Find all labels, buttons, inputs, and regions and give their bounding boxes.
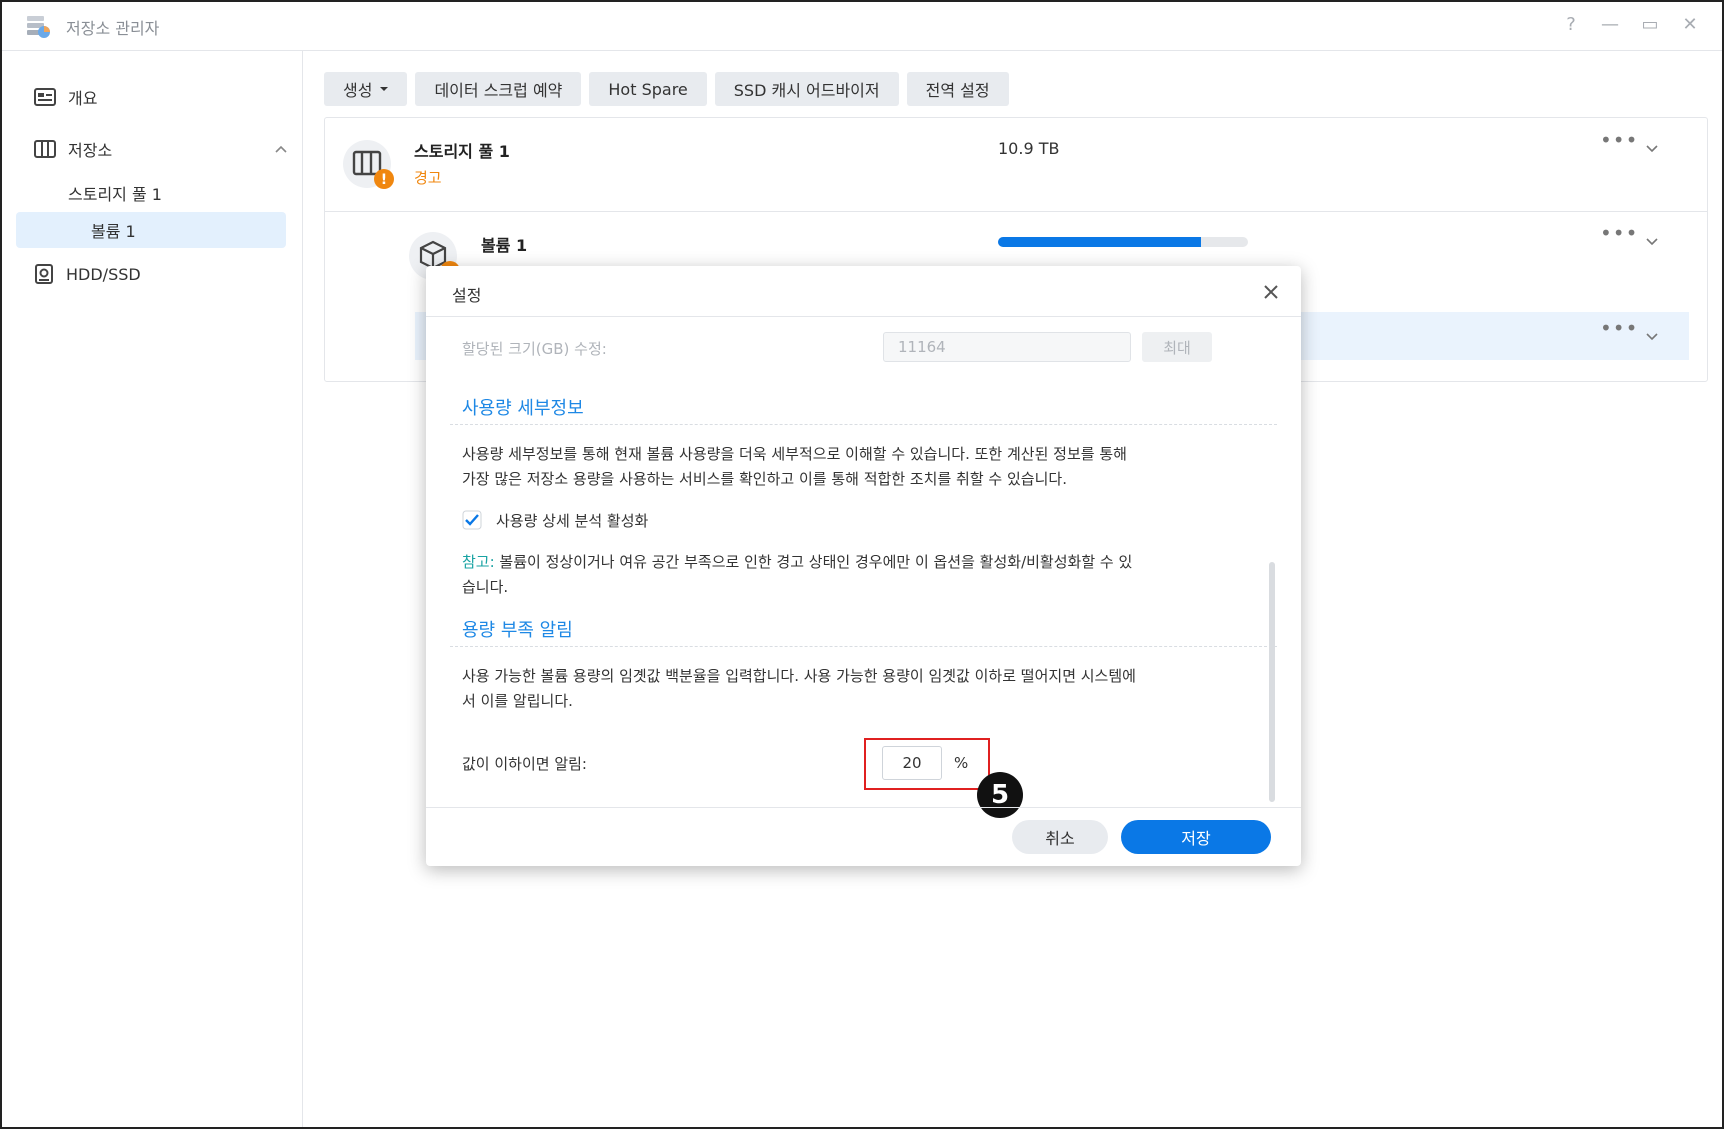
step-number-badge: 5 [977, 772, 1023, 818]
sidebar-item-overview[interactable]: 개요 [16, 79, 286, 115]
usage-analysis-checkbox-label: 사용량 상세 분석 활성화 [496, 512, 649, 530]
maximize-icon[interactable]: ▭ [1639, 14, 1661, 35]
sidebar-item-label: 볼륨 1 [91, 222, 136, 241]
description-line: 서 이를 알립니다. [462, 692, 573, 710]
note-prefix: 참고: [462, 553, 495, 571]
low-capacity-section-title: 용량 부족 알림 [462, 620, 573, 641]
sidebar-item-label: HDD/SSD [66, 264, 141, 284]
note-text: 볼륨이 정상이거나 여유 공간 부족으로 인한 경고 상태인 경우에만 이 옵션… [494, 553, 1133, 571]
more-options-icon[interactable]: ••• [1600, 221, 1638, 245]
sidebar-item-storage-pool-1[interactable]: 스토리지 풀 1 [16, 175, 286, 211]
threshold-label: 값이 이하이면 알림: [462, 755, 587, 773]
dialog-header-divider [426, 316, 1301, 317]
create-button[interactable]: 생성 [324, 72, 408, 106]
pool-name: 스토리지 풀 1 [414, 142, 510, 161]
volume-usage-fill [998, 237, 1201, 247]
usage-details-section-title: 사용량 세부정보 [462, 398, 584, 419]
caret-down-icon [380, 87, 389, 91]
max-button: 최대 [1142, 332, 1212, 362]
close-window-icon[interactable]: ✕ [1679, 14, 1701, 35]
allocated-size-input: 11164 [883, 332, 1131, 362]
cancel-button[interactable]: 취소 [1012, 820, 1108, 854]
overview-icon [34, 88, 56, 106]
minimize-icon[interactable]: — [1599, 14, 1621, 35]
chevron-down-icon[interactable] [1645, 237, 1659, 247]
volume-name: 볼륨 1 [481, 236, 528, 255]
create-button-label: 생성 [343, 81, 373, 100]
row-divider [325, 211, 1707, 212]
more-options-icon[interactable]: ••• [1600, 316, 1638, 340]
usage-analysis-checkbox[interactable] [462, 510, 482, 530]
storage-pool-icon: ! [343, 140, 394, 189]
note-line: 참고: 볼륨이 정상이거나 여유 공간 부족으로 인한 경고 상태인 경우에만 … [462, 550, 1262, 575]
sidebar-item-hdd-ssd[interactable]: HDD/SSD [16, 256, 286, 292]
dialog-scrollbar[interactable] [1269, 562, 1275, 802]
sidebar-item-storage[interactable]: 저장소 [16, 131, 288, 167]
chevron-down-icon[interactable] [1645, 332, 1659, 342]
window-title: 저장소 관리자 [66, 19, 160, 38]
global-settings-button[interactable]: 전역 설정 [906, 72, 1009, 106]
save-button[interactable]: 저장 [1121, 820, 1271, 854]
volume-usage-bar [998, 237, 1248, 247]
description-line: 가장 많은 저장소 용량을 사용하는 서비스를 확인하고 이를 통해 적합한 조… [462, 470, 1067, 488]
section-divider [450, 646, 1277, 647]
settings-dialog: 설정 할당된 크기(GB) 수정: 11164 최대 사용량 세부정보 사용량 … [426, 266, 1301, 866]
section-divider [450, 424, 1277, 425]
sidebar-item-volume-1[interactable]: 볼륨 1 [16, 212, 286, 248]
app-window: 저장소 관리자 ? — ▭ ✕ 개요 저장소 스토리지 풀 1 볼륨 1 HDD… [0, 0, 1724, 1129]
highlight-box [864, 738, 990, 790]
allocated-size-label: 할당된 크기(GB) 수정: [462, 340, 607, 358]
sidebar-item-label: 저장소 [68, 141, 113, 160]
sidebar: 개요 저장소 스토리지 풀 1 볼륨 1 HDD/SSD [2, 51, 303, 1127]
toolbar: 생성 데이터 스크럽 예약 Hot Spare SSD 캐시 어드바이저 전역 … [324, 72, 1009, 106]
data-scrub-schedule-button[interactable]: 데이터 스크럽 예약 [415, 72, 582, 106]
usage-details-description: 사용량 세부정보를 통해 현재 볼륨 사용량을 더욱 세부적으로 이해할 수 있… [462, 442, 1262, 492]
dialog-title: 설정 [452, 286, 482, 305]
drive-icon [35, 264, 53, 284]
close-icon[interactable] [1263, 284, 1279, 300]
chevron-down-icon[interactable] [1645, 144, 1659, 154]
note-line: 습니다. [462, 578, 509, 596]
sidebar-item-label: 스토리지 풀 1 [68, 185, 162, 204]
dialog-footer-divider [426, 807, 1301, 808]
pool-size: 10.9 TB [998, 139, 1060, 158]
description-line: 사용 가능한 볼륨 용량의 임곗값 백분율을 입력합니다. 사용 가능한 용량이… [462, 667, 1136, 685]
hot-spare-button[interactable]: Hot Spare [589, 72, 707, 106]
pool-status: 경고 [414, 169, 442, 187]
chevron-up-icon[interactable] [274, 144, 288, 154]
svg-text:!: ! [381, 172, 387, 188]
sidebar-item-label: 개요 [68, 89, 98, 108]
low-capacity-description: 사용 가능한 볼륨 용량의 임곗값 백분율을 입력합니다. 사용 가능한 용량이… [462, 664, 1262, 714]
title-bar: 저장소 관리자 ? — ▭ ✕ [2, 2, 1722, 51]
ssd-cache-advisor-button[interactable]: SSD 캐시 어드바이저 [714, 72, 899, 106]
storage-manager-icon [27, 16, 50, 38]
more-options-icon[interactable]: ••• [1600, 128, 1638, 152]
usage-note: 참고: 볼륨이 정상이거나 여유 공간 부족으로 인한 경고 상태인 경우에만 … [462, 550, 1262, 600]
storage-icon [34, 140, 56, 158]
help-icon[interactable]: ? [1560, 14, 1582, 35]
description-line: 사용량 세부정보를 통해 현재 볼륨 사용량을 더욱 세부적으로 이해할 수 있… [462, 445, 1127, 463]
